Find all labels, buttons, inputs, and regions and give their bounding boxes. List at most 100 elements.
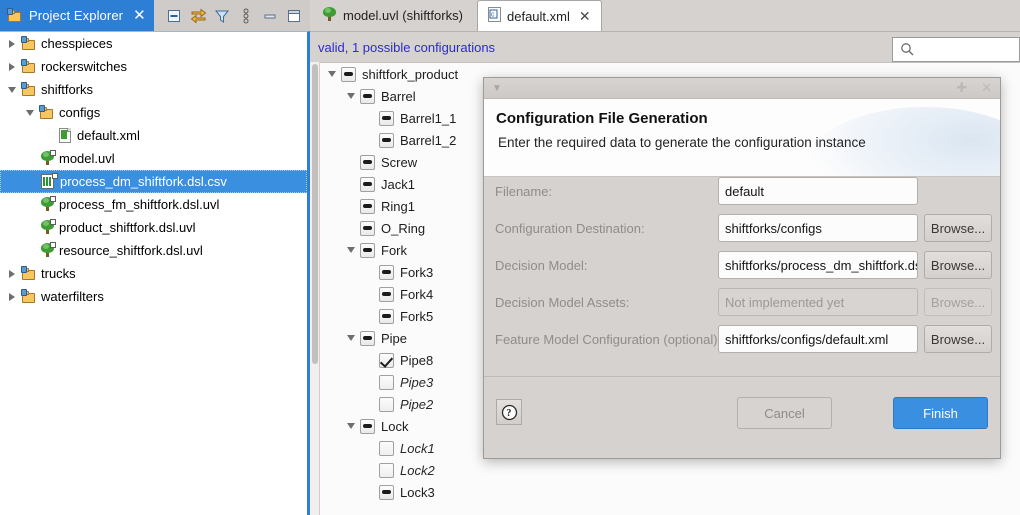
project-tree-item[interactable]: shiftforks <box>0 78 307 101</box>
project-tree-item-label: model.uvl <box>59 151 115 166</box>
feature-tree-item-label: Lock3 <box>400 484 435 500</box>
tree-expander-icon[interactable] <box>4 78 20 101</box>
uvl-file-icon <box>40 219 56 235</box>
cancel-button[interactable]: Cancel <box>737 397 832 429</box>
project-tree-item[interactable]: chesspieces <box>0 32 307 55</box>
project-tree-item[interactable]: process_dm_shiftfork.dsl.csv <box>0 170 307 193</box>
field-input[interactable]: shiftforks/process_dm_shiftfork.ds <box>718 251 918 279</box>
tree-expander-icon[interactable] <box>341 335 360 341</box>
feature-checkbox[interactable] <box>360 154 375 170</box>
close-icon[interactable]: ✕ <box>579 8 591 25</box>
tree-expander-icon[interactable] <box>4 262 20 285</box>
feature-tree-item-label: Lock2 <box>400 462 435 478</box>
feature-checkbox[interactable] <box>379 286 394 302</box>
minimize-icon[interactable] <box>258 4 282 28</box>
tree-expander-icon[interactable] <box>22 101 38 124</box>
xml-file-icon: c <box>488 7 501 25</box>
browse-button[interactable]: Browse... <box>924 214 992 242</box>
browse-button: Browse... <box>924 288 992 316</box>
tree-expander-icon[interactable] <box>341 423 360 429</box>
feature-tree-item-label: Fork4 <box>400 286 434 302</box>
feature-checkbox[interactable] <box>360 176 375 192</box>
feature-checkbox[interactable] <box>379 132 394 148</box>
project-tree-item[interactable]: default.xml <box>0 124 307 147</box>
project-tree-item[interactable]: configs <box>0 101 307 124</box>
tree-expander-icon[interactable] <box>341 93 360 99</box>
project-tree[interactable]: chesspieces rockerswitches shiftforks confi… <box>0 31 310 515</box>
browse-button[interactable]: Browse... <box>924 251 992 279</box>
project-tree-item[interactable]: trucks <box>0 262 307 285</box>
dialog-titlebar[interactable]: ▼ ✚ ✕ <box>484 78 1000 99</box>
feature-checkbox[interactable] <box>360 88 375 104</box>
dialog-maximize-icon[interactable]: ✚ <box>956 80 967 96</box>
project-tree-item[interactable]: process_fm_shiftfork.dsl.uvl <box>0 193 307 216</box>
tree-expander-icon[interactable] <box>4 32 20 55</box>
maximize-icon[interactable] <box>282 4 306 28</box>
link-with-editor-icon[interactable] <box>186 4 210 28</box>
collapse-all-icon[interactable] <box>162 4 186 28</box>
project-tree-item-label: chesspieces <box>41 36 113 51</box>
field-label: Decision Model: <box>495 257 588 273</box>
tab-default-xml[interactable]: c default.xml ✕ <box>477 0 602 31</box>
dialog-header: Configuration File Generation Enter the … <box>484 99 1000 177</box>
field-label: Filename: <box>495 183 553 199</box>
dialog-form-row: Feature Model Configuration (optional): s… <box>484 325 1000 353</box>
tree-expander-icon[interactable] <box>4 285 20 308</box>
feature-checkbox[interactable] <box>379 352 394 368</box>
feature-checkbox[interactable] <box>379 110 394 126</box>
view-menu-icon[interactable] <box>234 4 258 28</box>
feature-checkbox[interactable] <box>341 66 356 82</box>
project-tree-item-label: waterfilters <box>41 289 104 304</box>
project-explorer-icon <box>7 7 23 24</box>
field-input[interactable]: shiftforks/configs/default.xml <box>718 325 918 353</box>
project-tree-item[interactable]: rockerswitches <box>0 55 307 78</box>
feature-checkbox[interactable] <box>360 220 375 236</box>
project-tree-item[interactable]: resource_shiftfork.dsl.uvl <box>0 239 307 262</box>
project-tree-item-label: process_fm_shiftfork.dsl.uvl <box>59 197 220 212</box>
dialog-menu-caret-icon[interactable]: ▼ <box>492 83 502 94</box>
browse-button[interactable]: Browse... <box>924 325 992 353</box>
field-input[interactable]: default <box>718 177 918 205</box>
tree-expander-icon[interactable] <box>4 55 20 78</box>
feature-checkbox[interactable] <box>379 440 394 456</box>
help-button[interactable]: ? <box>496 399 522 425</box>
svg-text:?: ? <box>506 408 511 419</box>
project-tree-item[interactable]: waterfilters <box>0 285 307 308</box>
scrollbar-thumb[interactable] <box>312 64 318 364</box>
field-input[interactable]: shiftforks/configs <box>718 214 918 242</box>
filter-icon[interactable] <box>210 4 234 28</box>
feature-checkbox[interactable] <box>360 198 375 214</box>
feature-checkbox[interactable] <box>379 374 394 390</box>
dialog-close-icon[interactable]: ✕ <box>981 80 992 96</box>
tree-expander-icon[interactable] <box>341 247 360 253</box>
feature-tree-item[interactable]: Lock2 <box>310 459 1020 481</box>
csv-file-icon <box>40 173 58 189</box>
finish-button[interactable]: Finish <box>893 397 988 429</box>
tab-project-explorer[interactable]: Project Explorer ✕ <box>0 0 154 31</box>
help-icon: ? <box>501 404 517 420</box>
tree-expander-icon[interactable] <box>322 71 341 77</box>
tree-expander-icon <box>22 147 38 170</box>
project-tree-item-label: resource_shiftfork.dsl.uvl <box>59 243 203 258</box>
search-field[interactable] <box>919 41 1014 58</box>
uvl-file-icon <box>40 196 56 212</box>
tab-default-xml-label: default.xml <box>507 8 570 24</box>
project-folder-icon <box>21 58 37 75</box>
editor-vertical-scrollbar[interactable] <box>310 62 320 515</box>
close-icon[interactable]: ✕ <box>133 8 146 23</box>
search-input[interactable] <box>892 37 1020 62</box>
feature-checkbox[interactable] <box>360 242 375 258</box>
project-tree-item[interactable]: model.uvl <box>0 147 307 170</box>
feature-checkbox[interactable] <box>379 264 394 280</box>
feature-tree-item[interactable]: Lock3 <box>310 481 1020 503</box>
tab-model-uvl[interactable]: model.uvl (shiftforks) <box>312 0 473 31</box>
feature-checkbox[interactable] <box>379 484 394 500</box>
feature-checkbox[interactable] <box>379 396 394 412</box>
feature-checkbox[interactable] <box>379 308 394 324</box>
feature-checkbox[interactable] <box>360 418 375 434</box>
feature-tree-item-label: Fork <box>381 242 407 258</box>
feature-checkbox[interactable] <box>379 462 394 478</box>
project-tree-item[interactable]: product_shiftfork.dsl.uvl <box>0 216 307 239</box>
feature-tree-item-label: Pipe3 <box>400 374 434 390</box>
feature-checkbox[interactable] <box>360 330 375 346</box>
